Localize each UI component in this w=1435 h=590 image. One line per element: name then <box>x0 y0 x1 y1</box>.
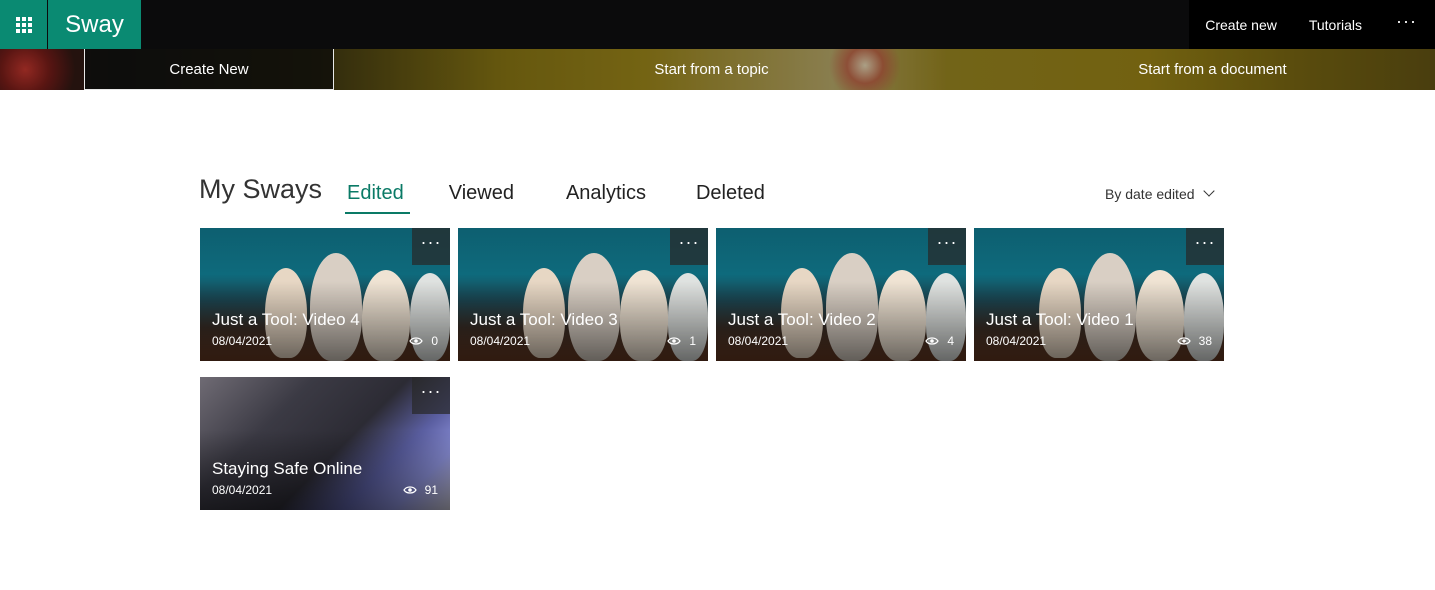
sort-dropdown[interactable]: By date edited <box>1105 185 1215 202</box>
create-banner: Create New Start from a topic Start from… <box>0 49 1435 90</box>
card-title: Just a Tool: Video 3 <box>470 310 618 329</box>
card-views: 38 <box>1176 334 1212 348</box>
card-date: 08/04/2021 <box>986 334 1047 348</box>
eye-icon <box>925 337 940 345</box>
eye-icon <box>1176 337 1191 345</box>
sway-tabs: Edited Viewed Analytics Deleted <box>345 182 765 214</box>
card-title: Staying Safe Online <box>212 459 363 478</box>
sway-card[interactable]: ··· Just a Tool: Video 4 08/04/2021 0 <box>200 228 450 361</box>
card-title: Just a Tool: Video 4 <box>212 310 360 329</box>
more-options-icon[interactable]: ··· <box>1378 0 1435 49</box>
card-more-options-icon[interactable]: ··· <box>928 228 966 265</box>
eye-icon <box>409 337 424 345</box>
view-count: 1 <box>689 334 696 348</box>
card-more-options-icon[interactable]: ··· <box>670 228 708 265</box>
tab-edited[interactable]: Edited <box>345 182 410 214</box>
card-date: 08/04/2021 <box>470 334 531 348</box>
sort-label: By date edited <box>1105 186 1195 202</box>
create-new-link[interactable]: Create new <box>1189 0 1293 49</box>
page-title: My Sways <box>199 174 323 204</box>
top-bar: Sway Create new Tutorials ··· <box>0 0 1435 49</box>
sway-card[interactable]: ··· Just a Tool: Video 2 08/04/2021 4 <box>716 228 966 361</box>
card-title: Just a Tool: Video 2 <box>728 310 876 329</box>
card-more-options-icon[interactable]: ··· <box>412 228 450 265</box>
waffle-icon <box>15 16 32 33</box>
view-count: 91 <box>424 483 438 497</box>
tab-analytics[interactable]: Analytics <box>566 182 646 214</box>
top-nav: Create new Tutorials ··· <box>1189 0 1435 49</box>
eye-icon <box>402 486 417 494</box>
sway-card[interactable]: ··· Staying Safe Online 08/04/2021 91 <box>200 377 450 510</box>
app-title[interactable]: Sway <box>48 0 141 49</box>
card-more-options-icon[interactable]: ··· <box>1186 228 1224 265</box>
card-views: 4 <box>925 334 954 348</box>
view-count: 38 <box>1198 334 1212 348</box>
card-views: 1 <box>667 334 696 348</box>
start-from-topic-button[interactable]: Start from a topic <box>334 49 1089 90</box>
card-views: 91 <box>402 483 438 497</box>
eye-icon <box>667 337 682 345</box>
sway-card[interactable]: ··· Just a Tool: Video 1 08/04/2021 38 <box>974 228 1224 361</box>
card-more-options-icon[interactable]: ··· <box>412 377 450 414</box>
start-from-document-button[interactable]: Start from a document <box>1000 49 1425 90</box>
app-launcher-button[interactable] <box>0 0 47 49</box>
tab-viewed[interactable]: Viewed <box>449 182 514 214</box>
chevron-down-icon <box>1202 185 1215 197</box>
card-date: 08/04/2021 <box>212 483 273 497</box>
card-date: 08/04/2021 <box>212 334 273 348</box>
tab-deleted[interactable]: Deleted <box>696 182 765 214</box>
card-date: 08/04/2021 <box>728 334 789 348</box>
view-count: 4 <box>947 334 954 348</box>
tutorials-link[interactable]: Tutorials <box>1293 0 1378 49</box>
card-title: Just a Tool: Video 1 <box>986 310 1134 329</box>
card-views: 0 <box>409 334 438 348</box>
sway-card[interactable]: ··· Just a Tool: Video 3 08/04/2021 1 <box>458 228 708 361</box>
create-new-button[interactable]: Create New <box>84 49 334 90</box>
view-count: 0 <box>431 334 438 348</box>
